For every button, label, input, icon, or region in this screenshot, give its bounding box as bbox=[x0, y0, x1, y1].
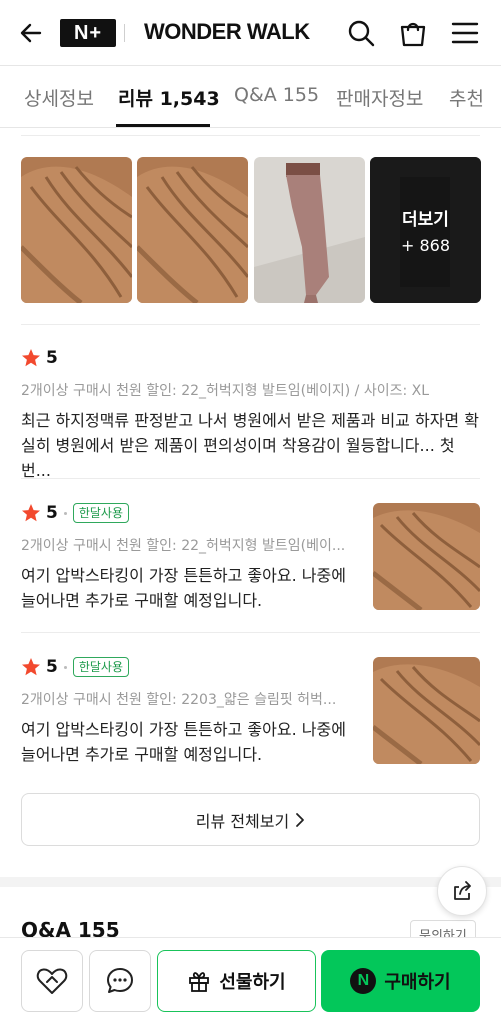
section-divider bbox=[21, 135, 480, 136]
back-arrow-icon[interactable] bbox=[18, 20, 44, 46]
review-text: 여기 압박스타킹이 가장 튼튼하고 좋아요. 나중에 늘어나면 추가로 구매할 … bbox=[21, 566, 346, 610]
purchase-option: 2개이상 구매시 천원 할인: 2203_얇은 슬림핏 허벅... bbox=[21, 692, 337, 708]
share-button[interactable] bbox=[437, 866, 487, 916]
naver-plus-logo[interactable]: N+ bbox=[60, 19, 116, 47]
star-icon bbox=[22, 349, 40, 367]
gift-button[interactable]: 선물하기 bbox=[157, 950, 316, 1012]
wishlist-button[interactable] bbox=[21, 950, 83, 1012]
review-photo[interactable] bbox=[373, 503, 480, 610]
buy-button[interactable]: N 구매하기 bbox=[321, 950, 480, 1012]
section-separator bbox=[0, 877, 501, 887]
cart-icon[interactable] bbox=[398, 18, 428, 48]
logo-divider bbox=[124, 24, 125, 42]
tab-seller-info[interactable]: 판매자정보 bbox=[336, 84, 423, 111]
review-photo[interactable] bbox=[254, 157, 365, 303]
review-item[interactable]: 5 2개이상 구매시 천원 할인: 22_허벅지형 발트임(베이지) / 사이즈… bbox=[21, 348, 480, 483]
search-icon[interactable] bbox=[346, 18, 376, 48]
section-divider bbox=[21, 632, 480, 633]
tab-reviews[interactable]: 리뷰 1,543 bbox=[118, 84, 220, 111]
tab-recommend[interactable]: 추천 bbox=[449, 84, 484, 111]
rating-row: 5 한달사용 bbox=[21, 503, 361, 523]
heart-icon bbox=[36, 968, 68, 994]
active-tab-indicator bbox=[116, 124, 210, 127]
rating-value: 5 bbox=[46, 503, 58, 523]
gift-icon bbox=[189, 972, 210, 992]
buy-label: 구매하기 bbox=[384, 972, 451, 993]
star-icon bbox=[22, 658, 40, 676]
talk-button[interactable] bbox=[89, 950, 151, 1012]
purchase-option: 2개이상 구매시 천원 할인: 22_허벅지형 발트임(베이지) / 사이즈: … bbox=[21, 383, 430, 399]
tab-qa[interactable]: Q&A 155 bbox=[234, 84, 319, 106]
purchase-option: 2개이상 구매시 천원 할인: 22_허벅지형 발트임(베이... bbox=[21, 538, 346, 554]
rating-value: 5 bbox=[46, 657, 58, 677]
review-text: 최근 하지정맥류 판정받고 나서 병원에서 받은 제품과 비교 하자면 확실히 … bbox=[21, 411, 479, 480]
rating-value: 5 bbox=[46, 348, 58, 368]
chevron-right-icon bbox=[296, 812, 305, 827]
all-reviews-label: 리뷰 전체보기 bbox=[195, 811, 290, 831]
naver-pay-logo: N bbox=[350, 968, 377, 994]
tab-details[interactable]: 상세정보 bbox=[24, 84, 94, 111]
rating-row: 5 bbox=[21, 348, 480, 368]
review-item[interactable]: 5 한달사용 2개이상 구매시 천원 할인: 2203_얇은 슬림핏 허벅...… bbox=[21, 657, 480, 767]
product-tabs: 상세정보 리뷰 1,543 Q&A 155 판매자정보 추천 bbox=[0, 66, 501, 128]
review-item[interactable]: 5 한달사용 2개이상 구매시 천원 할인: 22_허벅지형 발트임(베이...… bbox=[21, 503, 480, 613]
star-icon bbox=[22, 504, 40, 522]
usage-badge: 한달사용 bbox=[72, 657, 130, 677]
separator-dot bbox=[63, 665, 67, 669]
more-count: + 868 bbox=[400, 236, 451, 255]
usage-badge: 한달사용 bbox=[72, 503, 130, 523]
menu-icon[interactable] bbox=[450, 18, 480, 48]
more-label: 더보기 bbox=[402, 210, 449, 230]
share-icon bbox=[454, 881, 471, 900]
review-text: 여기 압박스타킹이 가장 튼튼하고 좋아요. 나중에 늘어나면 추가로 구매할 … bbox=[21, 720, 346, 764]
review-photo[interactable] bbox=[373, 657, 480, 764]
all-reviews-button[interactable]: 리뷰 전체보기 bbox=[21, 793, 480, 846]
section-divider bbox=[21, 324, 480, 325]
more-photos-tile[interactable]: 더보기 + 868 bbox=[370, 157, 481, 303]
section-divider bbox=[21, 478, 480, 479]
store-brand[interactable]: WONDER WALK bbox=[144, 19, 310, 45]
bottom-action-bar: 선물하기 N 구매하기 bbox=[0, 937, 501, 1024]
more-photos-overlay: 더보기 + 868 bbox=[370, 157, 481, 303]
chat-icon bbox=[107, 968, 133, 993]
top-header: N+ WONDER WALK bbox=[0, 0, 501, 66]
separator-dot bbox=[63, 511, 67, 515]
review-photo[interactable] bbox=[137, 157, 248, 303]
rating-row: 5 한달사용 bbox=[21, 657, 361, 677]
review-photo[interactable] bbox=[21, 157, 132, 303]
gift-label: 선물하기 bbox=[219, 972, 286, 993]
